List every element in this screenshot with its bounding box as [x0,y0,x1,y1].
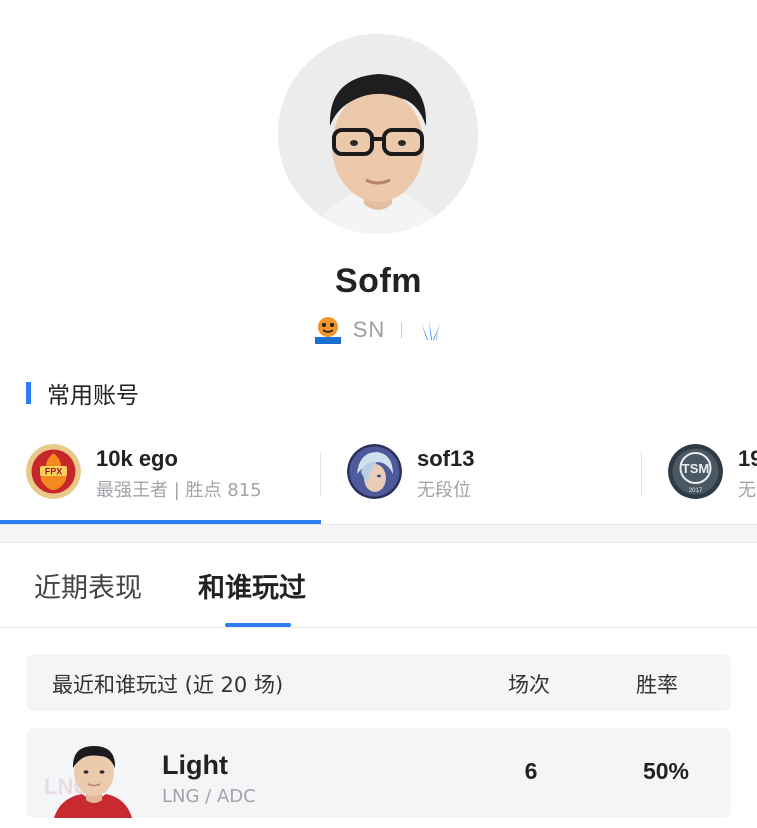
tsm-2017-icon: TSM 2017 [668,444,723,499]
tab-recent-performance[interactable]: 近期表现 [34,566,142,605]
player-avatar [278,34,478,234]
tab-bar: 近期表现 和谁玩过 [0,544,757,628]
player-name: Sofm [335,262,422,300]
account-name: 19 [738,446,757,471]
champion-avatar-icon [347,444,402,499]
svg-text:TSM: TSM [682,461,709,476]
account-rank: 无 [738,480,756,501]
section-title: 常用账号 [47,383,139,409]
account-card[interactable]: TSM 2017 19 无 [642,432,757,524]
account-rank: 无段位 [417,480,471,501]
header-games: 场次 [508,673,550,697]
tab-played-with[interactable]: 和谁玩过 [198,566,306,605]
jungle-position-icon [418,318,444,342]
section-accent-bar [26,382,31,404]
win-rate: 50% [642,758,690,784]
games-count: 6 [524,758,538,784]
teammate-name: Light [162,750,228,780]
played-with-table-header: 最近和谁玩过 (近 20 场) 场次 胜率 [26,654,731,711]
account-name: sof13 [417,446,475,471]
account-rank: 最强王者 | 胜点 815 [96,476,262,502]
active-tab-indicator [225,623,291,627]
teammate-photo: LNG [40,734,150,818]
fpx-icon: FPX [26,444,81,499]
svg-text:2017: 2017 [689,488,703,494]
team-name: SN [352,317,386,342]
teammate-team-position: LNG / ADC [162,786,256,807]
table-row[interactable]: LNG Light LNG / ADC 6 50% [26,728,731,818]
account-card[interactable]: FPX 10k ego 最强王者 | 胜点 815 [0,432,321,524]
svg-text:FPX: FPX [45,467,63,477]
section-separator [0,525,757,543]
meta-divider [401,322,403,338]
player-meta: SN [0,312,757,348]
account-name: 10k ego [96,446,178,471]
accounts-section-header: 常用账号 [26,378,139,409]
header-winrate: 胜率 [636,673,678,697]
account-card[interactable]: sof13 无段位 [321,432,642,524]
account-points: | 胜点 815 [173,480,262,501]
header-title: 最近和谁玩过 (近 20 场) [52,673,284,697]
account-rank-tier: 最强王者 [96,480,168,501]
suning-team-logo-icon [313,315,343,345]
accounts-carousel[interactable]: FPX 10k ego 最强王者 | 胜点 815 sof13 无段位 TSM … [0,432,757,524]
